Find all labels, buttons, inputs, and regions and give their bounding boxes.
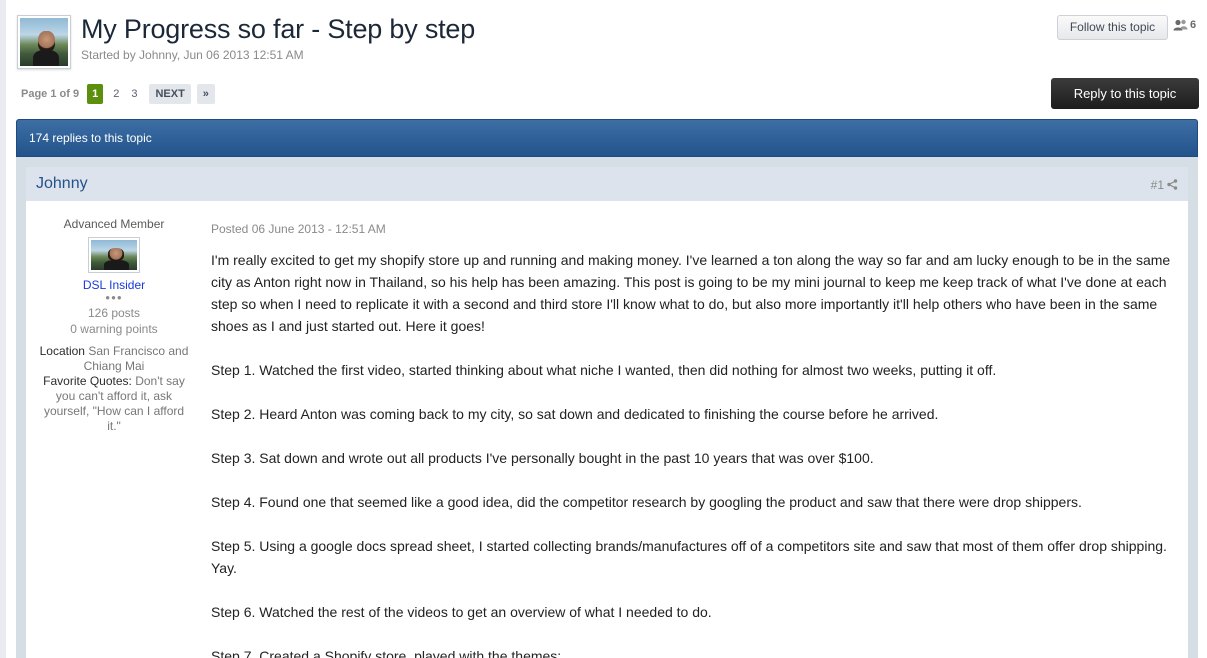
- author-location: Location San Francisco and Chiang Mai: [38, 344, 190, 374]
- author-group: DSL Insider: [82, 278, 146, 292]
- page-3-link[interactable]: 3: [131, 88, 137, 100]
- replies-count-bar: 174 replies to this topic: [16, 119, 1198, 157]
- author-panel-avatar[interactable]: [88, 237, 140, 273]
- topic-page: My Progress so far - Step by step Starte…: [6, 0, 1207, 658]
- post-body: Posted 06 June 2013 - 12:51 AM I'm reall…: [211, 201, 1181, 658]
- post-paragraph: Step 5. Using a google docs spread sheet…: [211, 538, 1167, 576]
- last-page-button[interactable]: »: [196, 84, 215, 104]
- location-value: San Francisco and Chiang Mai: [83, 344, 189, 373]
- author-panel: Advanced Member DSL Insider ●●● 126 post…: [26, 201, 202, 434]
- post-author-name[interactable]: Johnny: [36, 175, 88, 193]
- author-warning-points[interactable]: 0 warning points: [26, 322, 202, 336]
- post-container: Johnny #1 Advanced Member DSL Insider ●●…: [16, 157, 1198, 658]
- post-paragraph: I'm really excited to get my shopify sto…: [211, 252, 1171, 334]
- post-paragraph: Step 4. Found one that seemed like a goo…: [211, 494, 1082, 510]
- followers-icon: [1173, 19, 1188, 31]
- author-post-count: 126 posts: [87, 306, 141, 320]
- page-indicator: Page 1 of 9: [21, 88, 80, 100]
- next-page-button[interactable]: NEXT: [149, 84, 191, 104]
- followers-count[interactable]: 6: [1173, 19, 1196, 31]
- post-paragraph: Step 6. Watched the rest of the videos t…: [211, 604, 712, 620]
- location-label: Location: [39, 344, 85, 358]
- author-rank: Advanced Member: [63, 217, 165, 231]
- page-2-link[interactable]: 2: [113, 88, 119, 100]
- author-favorite-quotes: Favorite Quotes: Don't say you can't aff…: [38, 374, 190, 434]
- post-paragraph: Step 2. Heard Anton was coming back to m…: [211, 406, 939, 422]
- follow-topic-button[interactable]: Follow this topic: [1057, 15, 1168, 40]
- pagination: Page 1 of 9 1 2 3 NEXT »: [21, 84, 215, 104]
- post-paragraph: Step 1. Watched the first video, started…: [211, 362, 997, 378]
- rank-pips: ●●●: [105, 293, 123, 302]
- post-date: Posted 06 June 2013 - 12:51 AM: [211, 222, 386, 236]
- topic-title: My Progress so far - Step by step: [81, 14, 476, 44]
- post-header: Johnny #1: [26, 167, 1188, 201]
- quotes-label: Favorite Quotes:: [43, 374, 132, 388]
- author-avatar[interactable]: [17, 15, 71, 69]
- post: Johnny #1 Advanced Member DSL Insider ●●…: [26, 167, 1188, 658]
- page-1-link[interactable]: 1: [87, 84, 104, 104]
- post-number[interactable]: #1: [1151, 178, 1164, 192]
- post-paragraph: Step 3. Sat down and wrote out all produ…: [211, 450, 874, 466]
- post-paragraph: Step 7. Created a Shopify store, played …: [211, 648, 562, 658]
- topic-started-by: Started by Johnny, Jun 06 2013 12:51 AM: [81, 48, 304, 62]
- share-icon[interactable]: [1167, 179, 1178, 190]
- reply-topic-button[interactable]: Reply to this topic: [1051, 78, 1199, 109]
- followers-count-value: 6: [1190, 19, 1197, 31]
